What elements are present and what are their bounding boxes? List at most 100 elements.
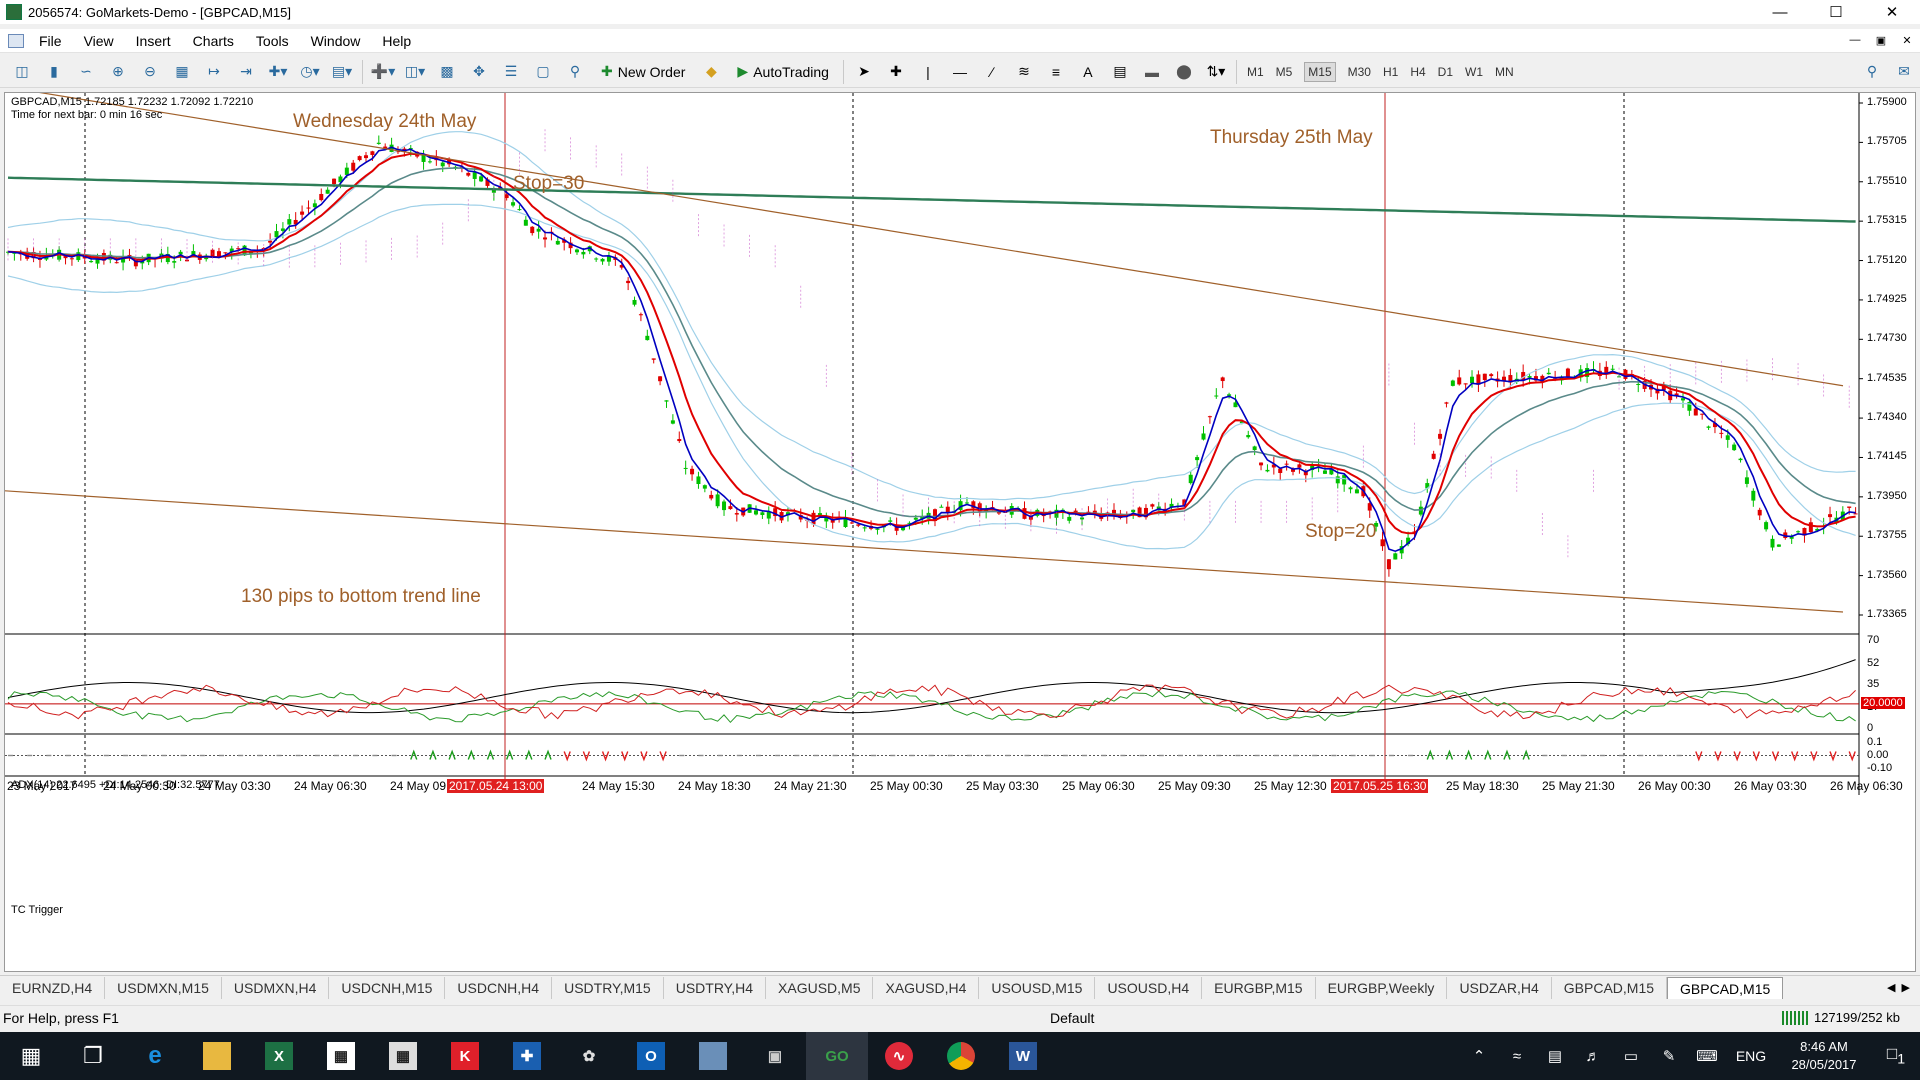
- menu-window[interactable]: Window: [300, 33, 372, 49]
- chart-canvas[interactable]: [5, 93, 1917, 973]
- timeframe-h4[interactable]: H4: [1410, 65, 1425, 79]
- tab-usousd-m15[interactable]: USOUSD,M15: [979, 976, 1096, 999]
- store-icon[interactable]: ▦: [310, 1032, 372, 1080]
- menu-charts[interactable]: Charts: [182, 33, 245, 49]
- zoom-in-icon[interactable]: ⊕: [105, 59, 131, 85]
- menu-view[interactable]: View: [73, 33, 125, 49]
- edge-icon[interactable]: e: [124, 1032, 186, 1080]
- tab-gbpcad-m15-active[interactable]: GBPCAD,M15: [1667, 976, 1784, 999]
- child-restore-button[interactable]: ▣: [1868, 34, 1894, 47]
- tab-gbpcad-m15[interactable]: GBPCAD,M15: [1552, 976, 1668, 999]
- task-view-icon[interactable]: ❐: [62, 1032, 124, 1080]
- gomarkets-icon[interactable]: GO: [806, 1032, 868, 1080]
- autotrading-button[interactable]: ▶ AutoTrading: [730, 59, 836, 85]
- text-label-icon[interactable]: ▤: [1107, 59, 1133, 85]
- pen-icon[interactable]: ✎: [1650, 1047, 1688, 1065]
- zoom-out-icon[interactable]: ⊖: [137, 59, 163, 85]
- language-indicator[interactable]: ENG: [1726, 1048, 1776, 1064]
- tile-windows-icon[interactable]: ▦: [169, 59, 195, 85]
- period-icon[interactable]: ◷▾: [297, 59, 323, 85]
- tab-usdmxn-m15[interactable]: USDMXN,M15: [105, 976, 222, 999]
- chrome-icon[interactable]: [930, 1032, 992, 1080]
- arrows-icon[interactable]: ⇅▾: [1203, 59, 1229, 85]
- minimize-button[interactable]: —: [1752, 0, 1808, 24]
- windows-start-icon[interactable]: ▦: [0, 1032, 62, 1080]
- tab-eurgbp-weekly[interactable]: EURGBP,Weekly: [1316, 976, 1448, 999]
- timeframe-m1[interactable]: M1: [1247, 65, 1264, 79]
- terminal-icon[interactable]: ▢: [530, 59, 556, 85]
- timeframe-m5[interactable]: M5: [1276, 65, 1293, 79]
- timeframe-m30[interactable]: M30: [1348, 65, 1371, 79]
- bar-chart-icon[interactable]: ◫: [9, 59, 35, 85]
- indicators-icon[interactable]: ✚▾: [265, 59, 291, 85]
- cursor-icon[interactable]: ➤: [851, 59, 877, 85]
- ellipse-icon[interactable]: ⬤: [1171, 59, 1197, 85]
- volume-icon[interactable]: ♬: [1574, 1048, 1612, 1065]
- timeframe-w1[interactable]: W1: [1465, 65, 1483, 79]
- child-minimize-button[interactable]: —: [1842, 34, 1868, 47]
- timeframe-h1[interactable]: H1: [1383, 65, 1398, 79]
- speedtest-icon[interactable]: ∿: [868, 1032, 930, 1080]
- camera-icon[interactable]: ▣: [744, 1032, 806, 1080]
- tab-eurgbp-m15[interactable]: EURGBP,M15: [1202, 976, 1316, 999]
- menu-tools[interactable]: Tools: [245, 33, 300, 49]
- chat-icon[interactable]: ✉: [1891, 59, 1917, 85]
- fibonacci-icon[interactable]: ≡: [1043, 59, 1069, 85]
- rectangle-icon[interactable]: ▬: [1139, 59, 1165, 85]
- tab-usdcnh-h4[interactable]: USDCNH,H4: [445, 976, 553, 999]
- word-icon[interactable]: W: [992, 1032, 1054, 1080]
- navigator-icon[interactable]: ✥: [466, 59, 492, 85]
- kaspersky-icon[interactable]: K: [434, 1032, 496, 1080]
- crosshair-icon[interactable]: ✚: [883, 59, 909, 85]
- menu-help[interactable]: Help: [371, 33, 422, 49]
- tab-usdtry-h4[interactable]: USDTRY,H4: [664, 976, 767, 999]
- profiles-icon[interactable]: ◫▾: [402, 59, 428, 85]
- paint-icon[interactable]: ✿: [558, 1032, 620, 1080]
- tab-xagusd-h4[interactable]: XAGUSD,H4: [873, 976, 980, 999]
- file-manager-icon[interactable]: [682, 1032, 744, 1080]
- menu-insert[interactable]: Insert: [125, 33, 182, 49]
- close-button[interactable]: ✕: [1864, 0, 1920, 24]
- chart-shift-icon[interactable]: ↦: [201, 59, 227, 85]
- calculator-icon[interactable]: ▦: [372, 1032, 434, 1080]
- outlook-icon[interactable]: O: [620, 1032, 682, 1080]
- clock[interactable]: 8:46 AM 28/05/2017: [1776, 1038, 1872, 1074]
- autoscroll-icon[interactable]: ⇥: [233, 59, 259, 85]
- timeframe-mn[interactable]: MN: [1495, 65, 1514, 79]
- excel-icon[interactable]: X: [248, 1032, 310, 1080]
- notification-icon[interactable]: □1: [1872, 1044, 1920, 1067]
- templates-icon[interactable]: ▤▾: [329, 59, 355, 85]
- child-close-button[interactable]: ✕: [1894, 34, 1920, 47]
- search-icon[interactable]: ⚲: [1859, 59, 1885, 85]
- metaeditor-icon[interactable]: ◆: [698, 59, 724, 85]
- tab-eurnzd-h4[interactable]: EURNZD,H4: [0, 976, 106, 999]
- wifi-icon[interactable]: ≈: [1498, 1048, 1536, 1065]
- new-order-button[interactable]: ✚ New Order: [594, 59, 692, 85]
- market-watch-icon[interactable]: ▩: [434, 59, 460, 85]
- strategy-tester-icon[interactable]: ⚲: [562, 59, 588, 85]
- keyboard-icon[interactable]: ⌨: [1688, 1047, 1726, 1065]
- tab-usdzar-h4[interactable]: USDZAR,H4: [1447, 976, 1552, 999]
- channel-icon[interactable]: ≋: [1011, 59, 1037, 85]
- show-hidden-icons-icon[interactable]: ⌃: [1460, 1047, 1498, 1065]
- new-chart-icon[interactable]: ➕▾: [370, 59, 396, 85]
- tab-usousd-h4[interactable]: USOUSD,H4: [1095, 976, 1203, 999]
- tab-usdtry-m15[interactable]: USDTRY,M15: [552, 976, 664, 999]
- line-chart-icon[interactable]: ∽: [73, 59, 99, 85]
- timeframe-m15[interactable]: M15: [1304, 61, 1336, 82]
- horizontal-line-icon[interactable]: —: [947, 59, 973, 85]
- data-window-icon[interactable]: ☰: [498, 59, 524, 85]
- timeframe-d1[interactable]: D1: [1438, 65, 1453, 79]
- battery-icon[interactable]: ▭: [1612, 1047, 1650, 1065]
- menu-file[interactable]: File: [28, 33, 73, 49]
- tab-usdcnh-m15[interactable]: USDCNH,M15: [329, 976, 446, 999]
- file-explorer-icon[interactable]: [186, 1032, 248, 1080]
- tab-usdmxn-h4[interactable]: USDMXN,H4: [222, 976, 330, 999]
- text-icon[interactable]: A: [1075, 59, 1101, 85]
- tab-xagusd-m5[interactable]: XAGUSD,M5: [766, 976, 874, 999]
- candlestick-icon[interactable]: ▮: [41, 59, 67, 85]
- vertical-line-icon[interactable]: |: [915, 59, 941, 85]
- chart-window[interactable]: GBPCAD,M15 1.72185 1.72232 1.72092 1.722…: [4, 92, 1916, 972]
- maximize-button[interactable]: ☐: [1808, 0, 1864, 24]
- network-icon[interactable]: ▤: [1536, 1047, 1574, 1065]
